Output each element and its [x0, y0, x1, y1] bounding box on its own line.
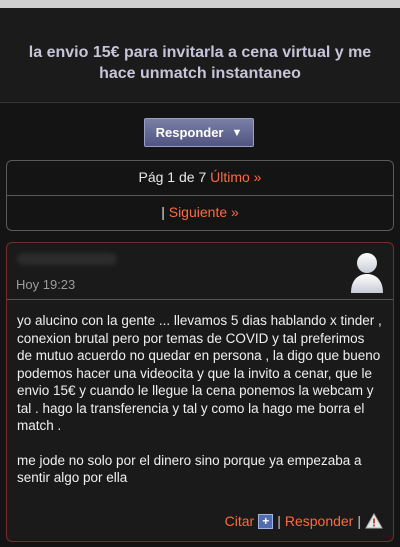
- pagination-row-next: | Siguiente »: [7, 204, 393, 220]
- reply-button[interactable]: Responder ▼: [144, 118, 254, 147]
- action-separator: |: [357, 513, 361, 529]
- post-paragraph: me jode no solo por el dinero sino porqu…: [17, 452, 362, 486]
- warning-icon[interactable]: [365, 513, 383, 529]
- reply-button-label: Responder: [155, 125, 224, 140]
- post-timestamp: Hoy 19:23: [16, 277, 76, 292]
- action-separator: |: [277, 513, 281, 529]
- post-body: yo alucino con la gente ... llevamos 5 d…: [17, 312, 383, 504]
- pagination-separator: |: [161, 204, 165, 220]
- multi-quote-plus-icon[interactable]: +: [258, 513, 274, 529]
- post: Hoy 19:23 yo alucino con la gente ... ll…: [6, 242, 394, 542]
- reply-link[interactable]: Responder: [285, 513, 354, 529]
- page-indicator: Pág 1 de 7: [138, 169, 207, 185]
- pagination-divider: [7, 195, 393, 196]
- pagination: Pág 1 de 7 Último » | Siguiente »: [6, 160, 394, 231]
- chevron-down-icon: ▼: [231, 126, 243, 139]
- post-paragraph: yo alucino con la gente ... llevamos 5 d…: [17, 313, 382, 433]
- quote-link[interactable]: Citar: [225, 513, 255, 529]
- top-strip: [0, 0, 400, 8]
- pagination-row-pages: Pág 1 de 7 Último »: [7, 169, 393, 185]
- next-page-link[interactable]: Siguiente »: [169, 204, 239, 220]
- last-page-link[interactable]: Último »: [210, 169, 261, 185]
- avatar[interactable]: [349, 249, 385, 295]
- post-actions: Citar + | Responder |: [225, 513, 383, 529]
- post-header: Hoy 19:23: [7, 243, 393, 300]
- thread-title: la envio 15€ para invitarla a cena virtu…: [28, 44, 372, 82]
- author-name-blurred: [17, 253, 117, 265]
- thread-header: la envio 15€ para invitarla a cena virtu…: [0, 8, 400, 103]
